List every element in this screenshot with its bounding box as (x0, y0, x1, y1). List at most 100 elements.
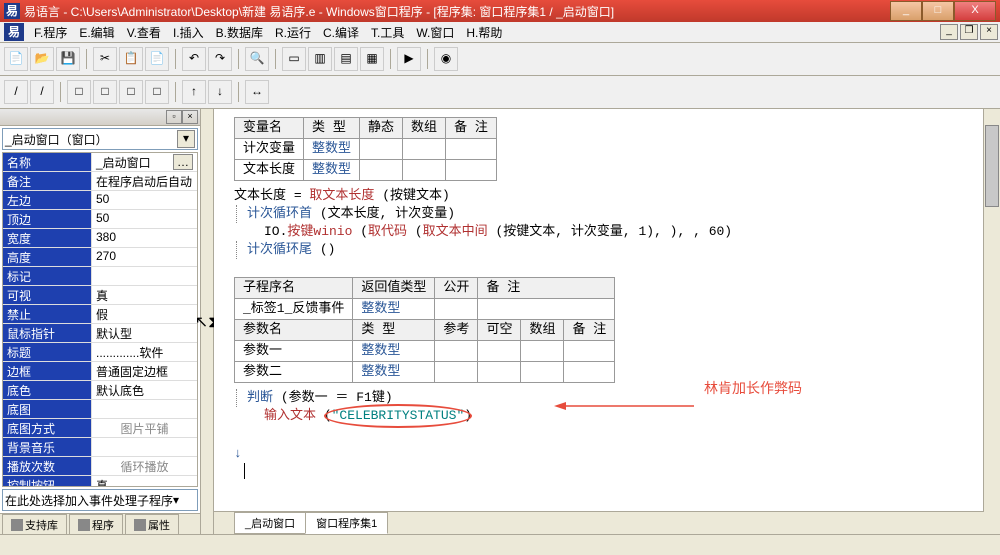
property-value[interactable]: 真 (92, 286, 197, 304)
panel-dock-icon[interactable]: ▫ (166, 110, 182, 124)
tab-program-set[interactable]: 窗口程序集1 (305, 512, 388, 534)
property-value[interactable] (92, 400, 197, 418)
vertical-scrollbar[interactable] (983, 109, 1000, 512)
app-menu-icon[interactable]: 易 (4, 23, 24, 41)
property-value[interactable]: 图片平铺 (92, 419, 197, 437)
property-row[interactable]: 底色默认底色 (3, 381, 197, 400)
maximize-button[interactable]: □ (922, 1, 954, 21)
property-value[interactable]: 假 (92, 305, 197, 323)
property-value[interactable]: 380 (92, 229, 197, 247)
menu-tools[interactable]: T.工具 (365, 22, 410, 43)
cut-button[interactable]: ✂ (93, 47, 117, 71)
property-row[interactable]: 左边50 (3, 191, 197, 210)
tool-b[interactable]: / (30, 80, 54, 104)
tab-program[interactable]: 程序 (69, 514, 123, 535)
table-row[interactable]: 参数一整数型 (235, 341, 615, 362)
property-row[interactable]: 宽度380 (3, 229, 197, 248)
tool-h[interactable]: ↓ (208, 80, 232, 104)
tool-a[interactable]: / (4, 80, 28, 104)
dropdown-icon[interactable]: ▾ (173, 493, 179, 507)
layout-button-4[interactable]: ▦ (360, 47, 384, 71)
property-value[interactable] (92, 438, 197, 456)
property-value[interactable] (92, 267, 197, 285)
code-line[interactable]: 文本长度 = 取文本长度 (按键文本) (234, 187, 980, 205)
tool-i[interactable]: ↔ (245, 80, 269, 104)
property-row[interactable]: 边框普通固定边框 (3, 362, 197, 381)
property-value[interactable]: 50 (92, 210, 197, 228)
property-row[interactable]: 底图方式图片平铺 (3, 419, 197, 438)
splitter[interactable]: ↖⧗ (201, 109, 214, 534)
mdi-minimize-button[interactable]: _ (940, 24, 958, 40)
property-row[interactable]: 鼠标指针默认型 (3, 324, 197, 343)
tool-c[interactable]: □ (67, 80, 91, 104)
table-row[interactable]: _标签1_反馈事件整数型 (235, 299, 615, 320)
copy-button[interactable]: 📋 (119, 47, 143, 71)
undo-button[interactable]: ↶ (182, 47, 206, 71)
property-row[interactable]: 标记 (3, 267, 197, 286)
property-grid[interactable]: 名称_启动窗口…备注在程序启动后自动左边50顶边50宽度380高度270标记可视… (2, 152, 198, 487)
menu-view[interactable]: V.查看 (121, 22, 167, 43)
menu-database[interactable]: B.数据库 (210, 22, 269, 43)
property-row[interactable]: 背景音乐 (3, 438, 197, 457)
save-button[interactable]: 💾 (56, 47, 80, 71)
property-value[interactable]: 真 (92, 476, 197, 487)
property-row[interactable]: 底图 (3, 400, 197, 419)
paste-button[interactable]: 📄 (145, 47, 169, 71)
code-editor[interactable]: 变量名 类 型 静态 数组 备 注 计次变量整数型 文本长度整数型 文本长度 =… (214, 109, 1000, 511)
panel-close-icon[interactable]: × (182, 110, 198, 124)
tool-g[interactable]: ↑ (182, 80, 206, 104)
code-line[interactable]: 计次循环首 (文本长度, 计次变量) (234, 205, 980, 223)
menu-help[interactable]: H.帮助 (460, 22, 508, 43)
menu-edit[interactable]: E.编辑 (73, 22, 120, 43)
property-value[interactable]: 50 (92, 191, 197, 209)
table-row[interactable]: 文本长度整数型 (235, 160, 497, 181)
menu-compile[interactable]: C.编译 (317, 22, 365, 43)
find-button[interactable]: 🔍 (245, 47, 269, 71)
menu-insert[interactable]: I.插入 (167, 22, 210, 43)
property-value[interactable]: .............软件 (92, 343, 197, 361)
tool-d[interactable]: □ (93, 80, 117, 104)
dropdown-icon[interactable]: ▾ (177, 130, 195, 148)
property-value[interactable]: 默认底色 (92, 381, 197, 399)
tab-support-lib[interactable]: 支持库 (2, 514, 67, 535)
property-row[interactable]: 播放次数循环播放 (3, 457, 197, 476)
tool-e[interactable]: □ (119, 80, 143, 104)
menu-run[interactable]: R.运行 (269, 22, 317, 43)
tab-startup-window[interactable]: _启动窗口 (234, 512, 306, 534)
code-line[interactable]: IO.按键winio (取代码 (取文本中间 (按键文本, 计次变量, 1), … (234, 223, 980, 241)
code-line[interactable]: 计次循环尾 () (234, 241, 980, 259)
redo-button[interactable]: ↷ (208, 47, 232, 71)
stop-button[interactable]: ◉ (434, 47, 458, 71)
open-button[interactable]: 📂 (30, 47, 54, 71)
property-row[interactable]: 备注在程序启动后自动 (3, 172, 197, 191)
new-button[interactable]: 📄 (4, 47, 28, 71)
property-value[interactable]: 270 (92, 248, 197, 266)
layout-button-2[interactable]: ▥ (308, 47, 332, 71)
run-button[interactable]: ▶ (397, 47, 421, 71)
property-value[interactable]: 在程序启动后自动 (92, 172, 197, 190)
property-value[interactable]: 循环播放 (92, 457, 197, 475)
property-row[interactable]: 禁止假 (3, 305, 197, 324)
property-row[interactable]: 可视真 (3, 286, 197, 305)
table-row[interactable]: 参数二整数型 (235, 362, 615, 383)
event-selector[interactable]: 在此处选择加入事件处理子程序 ▾ (2, 489, 198, 511)
layout-button-1[interactable]: ▭ (282, 47, 306, 71)
mdi-restore-button[interactable]: ❐ (960, 24, 978, 40)
menu-window[interactable]: W.窗口 (410, 22, 460, 43)
tab-properties[interactable]: 属性 (125, 514, 179, 535)
menu-program[interactable]: F.程序 (28, 22, 73, 43)
property-row[interactable]: 顶边50 (3, 210, 197, 229)
ellipsis-button[interactable]: … (173, 154, 193, 170)
close-button[interactable]: X (954, 1, 996, 21)
property-value[interactable]: 普通固定边框 (92, 362, 197, 380)
mdi-close-button[interactable]: × (980, 24, 998, 40)
property-row[interactable]: 标题.............软件 (3, 343, 197, 362)
tool-f[interactable]: □ (145, 80, 169, 104)
property-row[interactable]: 高度270 (3, 248, 197, 267)
object-selector[interactable]: _启动窗口（窗口） ▾ (2, 128, 198, 150)
scrollbar-thumb[interactable] (985, 125, 999, 207)
property-value[interactable]: 默认型 (92, 324, 197, 342)
property-row[interactable]: 名称_启动窗口… (3, 153, 197, 172)
layout-button-3[interactable]: ▤ (334, 47, 358, 71)
property-row[interactable]: 控制按钮真 (3, 476, 197, 487)
